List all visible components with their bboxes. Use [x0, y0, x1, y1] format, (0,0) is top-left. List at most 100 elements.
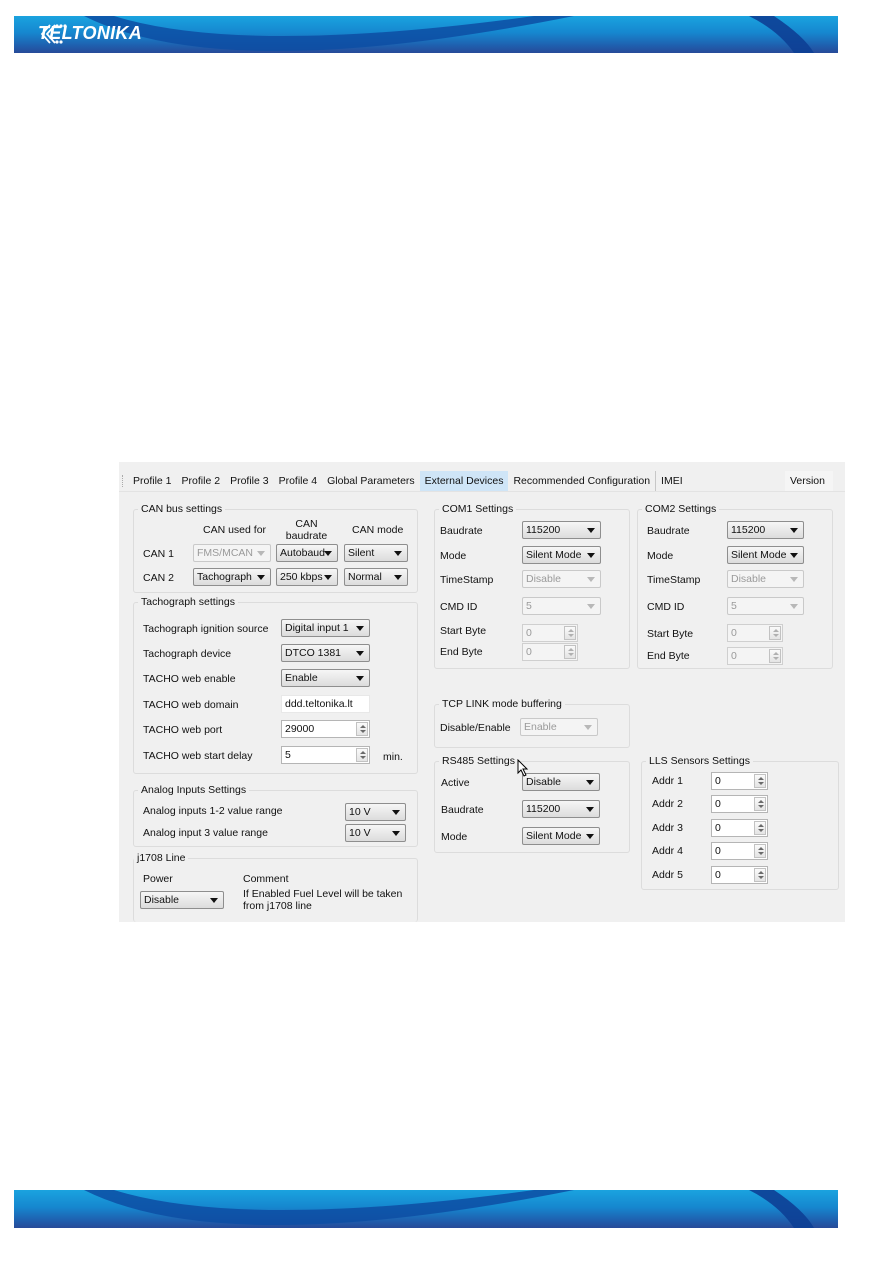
- can1-label: CAN 1: [143, 548, 174, 560]
- banner-swoosh: [84, 1190, 814, 1228]
- tacho-device-select[interactable]: DTCO 1381: [281, 644, 370, 662]
- lls-addr-3-spinner[interactable]: 0: [711, 819, 768, 837]
- com1-baudrate-label: Baudrate: [440, 525, 483, 537]
- tcp-link-label: Disable/Enable: [440, 722, 511, 734]
- analog-12-label: Analog inputs 1-2 value range: [143, 805, 283, 817]
- com1-mode-label: Mode: [440, 550, 467, 562]
- com2-end-byte-label: End Byte: [647, 650, 690, 662]
- com1-start-byte-label: Start Byte: [440, 625, 487, 637]
- analog-inputs-title: Analog Inputs Settings: [141, 784, 247, 796]
- j1708-comment-line-1: If Enabled Fuel Level will be taken: [243, 888, 403, 900]
- lls-addr-4-label: Addr 4: [652, 845, 683, 857]
- can1-mode-select[interactable]: Silent: [344, 544, 408, 562]
- rs485-title: RS485 Settings: [442, 755, 515, 767]
- tacho-device-label: Tachograph device: [143, 648, 232, 660]
- spinner-arrows-icon[interactable]: [754, 774, 766, 788]
- tacho-web-domain-input[interactable]: ddd.teltonika.lt: [281, 695, 370, 713]
- com1-cmdid-select[interactable]: 5: [522, 597, 601, 615]
- com2-baudrate-label: Baudrate: [647, 525, 690, 537]
- spinner-arrows-icon[interactable]: [564, 645, 576, 659]
- can2-baudrate-select[interactable]: 250 kbps: [276, 568, 338, 586]
- com2-baudrate-select[interactable]: 115200: [727, 521, 804, 539]
- com2-start-byte-label: Start Byte: [647, 628, 694, 640]
- spinner-arrows-icon[interactable]: [356, 722, 368, 736]
- lls-addr-5-spinner[interactable]: 0: [711, 866, 768, 884]
- com2-cmdid-select[interactable]: 5: [727, 597, 804, 615]
- com2-end-byte-spinner[interactable]: 0: [727, 647, 783, 665]
- com1-start-byte-spinner[interactable]: 0: [522, 624, 578, 642]
- tab-bar: Profile 1 Profile 2 Profile 3 Profile 4 …: [119, 471, 845, 492]
- j1708-comment-line-2: from j1708 line: [243, 900, 312, 912]
- tacho-web-domain-label: TACHO web domain: [143, 699, 239, 711]
- spinner-arrows-icon[interactable]: [769, 649, 781, 663]
- tab-version[interactable]: Version: [784, 471, 833, 491]
- spinner-arrows-icon[interactable]: [754, 797, 766, 811]
- com1-cmdid-label: CMD ID: [440, 601, 478, 613]
- logo-mark-icon: [40, 24, 67, 44]
- lls-addr-1-label: Addr 1: [652, 775, 683, 787]
- rs485-mode-select[interactable]: Silent Mode: [522, 827, 600, 845]
- tacho-web-enable-select[interactable]: Enable: [281, 669, 370, 687]
- com1-title: COM1 Settings: [442, 503, 514, 515]
- tacho-web-enable-label: TACHO web enable: [143, 673, 236, 685]
- spinner-arrows-icon[interactable]: [356, 748, 368, 762]
- tacho-start-delay-unit: min.: [383, 751, 403, 763]
- com2-start-byte-spinner[interactable]: 0: [727, 624, 783, 642]
- can1-baudrate-select[interactable]: Autobaud: [276, 544, 338, 562]
- lls-sensors-title: LLS Sensors Settings: [649, 755, 750, 767]
- footer-banner: [14, 1190, 838, 1228]
- can2-used-for-select[interactable]: Tachograph: [193, 568, 271, 586]
- rs485-active-label: Active: [441, 777, 470, 789]
- mouse-cursor-icon: [517, 759, 529, 777]
- com1-end-byte-label: End Byte: [440, 646, 483, 658]
- com2-mode-select[interactable]: Silent Mode: [727, 546, 804, 564]
- tab-recommended-configuration[interactable]: Recommended Configuration: [508, 471, 657, 491]
- tcp-link-select[interactable]: Enable: [520, 718, 598, 736]
- can-baudrate-header: CAN baudrate: [285, 518, 328, 542]
- lls-addr-2-spinner[interactable]: 0: [711, 795, 768, 813]
- tab-imei[interactable]: IMEI: [656, 471, 688, 491]
- lls-addr-2-label: Addr 2: [652, 798, 683, 810]
- tacho-start-delay-spinner[interactable]: 5: [281, 746, 370, 764]
- tab-profile-4[interactable]: Profile 4: [274, 471, 323, 491]
- com1-baudrate-select[interactable]: 115200: [522, 521, 601, 539]
- analog-12-select[interactable]: 10 V: [345, 803, 406, 821]
- tab-profile-1[interactable]: Profile 1: [128, 471, 177, 491]
- lls-addr-4-spinner[interactable]: 0: [711, 842, 768, 860]
- com1-timestamp-label: TimeStamp: [440, 574, 494, 586]
- rs485-baudrate-label: Baudrate: [441, 804, 484, 816]
- spinner-arrows-icon[interactable]: [754, 844, 766, 858]
- com2-mode-label: Mode: [647, 550, 674, 562]
- j1708-comment-label: Comment: [243, 873, 289, 885]
- lls-addr-1-spinner[interactable]: 0: [711, 772, 768, 790]
- j1708-power-select[interactable]: Disable: [140, 891, 224, 909]
- com1-end-byte-spinner[interactable]: 0: [522, 643, 578, 661]
- spinner-arrows-icon[interactable]: [564, 626, 576, 640]
- tacho-web-port-label: TACHO web port: [143, 724, 223, 736]
- lls-addr-3-label: Addr 3: [652, 822, 683, 834]
- header-banner: TELTONIKA: [14, 16, 838, 53]
- tab-profile-3[interactable]: Profile 3: [225, 471, 274, 491]
- spinner-arrows-icon[interactable]: [754, 821, 766, 835]
- tab-global-parameters[interactable]: Global Parameters: [322, 471, 420, 491]
- tab-external-devices[interactable]: External Devices: [419, 471, 509, 491]
- com1-timestamp-select[interactable]: Disable: [522, 570, 601, 588]
- can1-used-for-select[interactable]: FMS/MCAN: [193, 544, 271, 562]
- analog-3-select[interactable]: 10 V: [345, 824, 406, 842]
- can2-mode-select[interactable]: Normal: [344, 568, 408, 586]
- spinner-arrows-icon[interactable]: [754, 868, 766, 882]
- com2-cmdid-label: CMD ID: [647, 601, 685, 613]
- com2-timestamp-label: TimeStamp: [647, 574, 701, 586]
- j1708-title: j1708 Line: [137, 852, 186, 864]
- com2-timestamp-select[interactable]: Disable: [727, 570, 804, 588]
- tacho-ignition-label: Tachograph ignition source: [143, 623, 269, 635]
- tacho-ignition-select[interactable]: Digital input 1: [281, 619, 370, 637]
- analog-3-label: Analog input 3 value range: [143, 827, 268, 839]
- rs485-active-select[interactable]: Disable: [522, 773, 600, 791]
- com1-mode-select[interactable]: Silent Mode: [522, 546, 601, 564]
- rs485-baudrate-select[interactable]: 115200: [522, 800, 600, 818]
- spinner-arrows-icon[interactable]: [769, 626, 781, 640]
- tab-profile-2[interactable]: Profile 2: [177, 471, 226, 491]
- can-bus-title: CAN bus settings: [141, 503, 223, 515]
- tacho-web-port-spinner[interactable]: 29000: [281, 720, 370, 738]
